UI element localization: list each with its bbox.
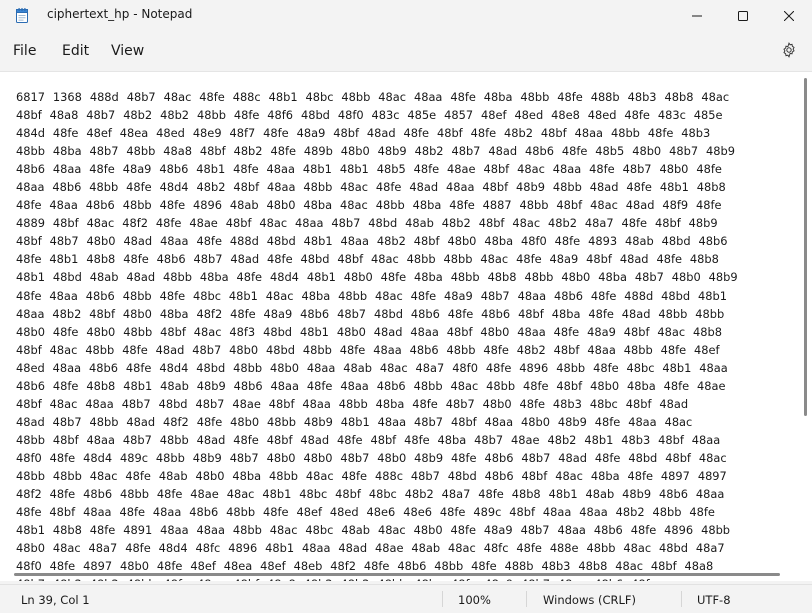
maximize-icon [738,6,748,25]
horizontal-scrollbar-thumb[interactable] [14,573,780,576]
encoding[interactable]: UTF-8 [697,593,731,607]
settings-button[interactable] [778,41,800,63]
line-ending[interactable]: Windows (CRLF) [543,593,636,607]
status-divider [442,591,443,607]
vertical-scrollbar-thumb[interactable] [804,78,807,416]
title-bar[interactable]: ciphertext_hp - Notepad [0,0,812,32]
cursor-position: Ln 39, Col 1 [21,593,90,607]
menu-view[interactable]: View [111,43,144,59]
editor-content[interactable]: 6817 1368 488d 48b7 48ac 48fe 488c 48b1 … [16,88,738,581]
minimize-button[interactable] [674,0,720,30]
gear-icon [781,42,797,62]
minimize-icon [692,6,702,25]
menu-bar: File Edit View [0,32,812,70]
close-button[interactable] [766,0,812,30]
menu-file[interactable]: File [13,43,36,59]
notepad-icon [16,8,28,23]
text-editor[interactable]: 6817 1368 488d 48b7 48ac 48fe 488c 48b1 … [0,71,812,581]
maximize-button[interactable] [720,0,766,30]
status-bar: Ln 39, Col 1 100% Windows (CRLF) UTF-8 [0,584,812,613]
notepad-window: ciphertext_hp - Notepad File Edit View 6… [0,0,812,613]
close-icon [783,6,795,25]
zoom-level[interactable]: 100% [458,593,491,607]
status-divider [526,591,527,607]
window-title: ciphertext_hp - Notepad [47,7,193,21]
status-divider [681,591,682,607]
menu-edit[interactable]: Edit [62,43,89,59]
